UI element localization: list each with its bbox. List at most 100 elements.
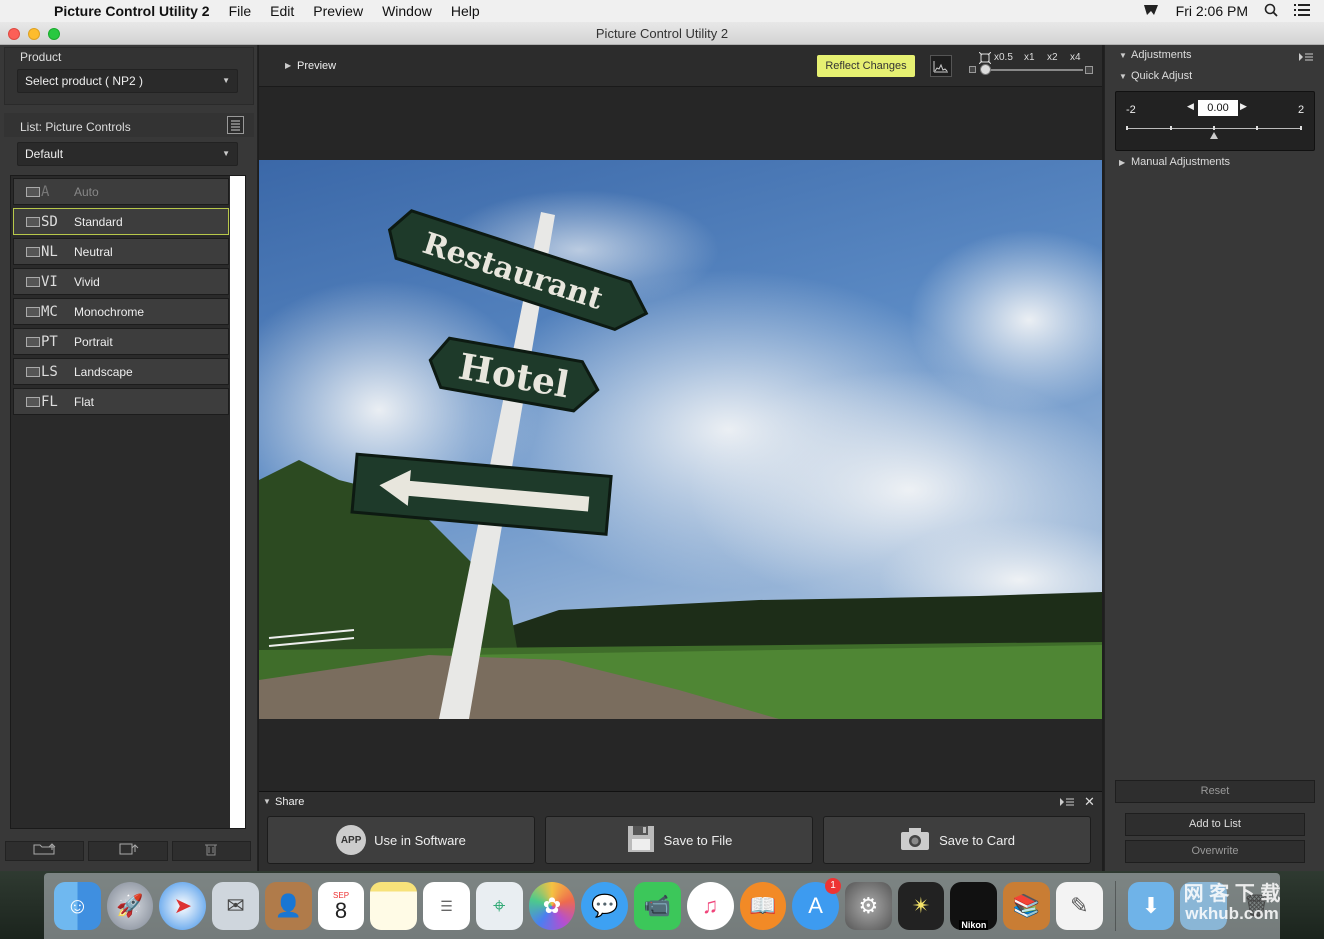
list-item-neutral[interactable]: NL Neutral [13,238,229,265]
notes-icon[interactable] [370,882,418,930]
zoom-in-icon[interactable] [1085,66,1093,74]
use-in-software-button[interactable]: APP Use in Software [267,816,535,864]
reminders-icon[interactable]: ☰ [423,882,470,930]
app-store-icon[interactable]: A 1 [792,878,842,930]
list-item-landscape[interactable]: LS Landscape [13,358,229,385]
list-scrollbar[interactable] [230,176,245,828]
picture-control-icon: PT [26,334,74,350]
zoom-control: x0.5 x1 x2 x4 [969,51,1094,81]
panel-options-icon[interactable] [1299,50,1313,68]
reset-button[interactable]: Reset [1115,780,1315,803]
notification-badge: 1 [825,878,842,894]
export-button[interactable] [88,841,168,861]
panel-options-icon[interactable] [1060,795,1074,813]
spotlight-search-icon[interactable] [1264,3,1278,20]
maps-icon[interactable]: ⌖ [475,882,523,930]
list-item-monochrome[interactable]: MC Monochrome [13,298,229,325]
menubar-clock[interactable]: Fri 2:06 PM [1176,3,1248,19]
system-preferences-icon[interactable]: ⚙ [845,882,892,930]
menu-app-name[interactable]: Picture Control Utility 2 [54,3,210,19]
photos-icon[interactable]: ✿ [528,882,576,930]
save-to-card-label: Save to Card [939,832,1015,848]
quick-adjust-value[interactable]: 0.00 [1198,100,1238,116]
disclosure-triangle-icon[interactable]: ▼ [1119,72,1127,81]
textedit-icon[interactable]: ✎ [1055,882,1103,930]
minimize-window-button[interactable] [28,28,40,40]
list-item-flat[interactable]: FL Flat [13,388,229,415]
disclosure-triangle-icon[interactable]: ▶ [1119,158,1125,167]
list-item-auto[interactable]: A Auto [13,178,229,205]
save-to-file-label: Save to File [663,832,733,848]
list-item-label: Auto [74,184,99,199]
picture-control-icon: NL [26,244,74,260]
histogram-icon[interactable] [930,55,952,77]
ibooks-icon[interactable]: 📖 [739,882,787,930]
nikon-app-icon[interactable]: Nikon [950,882,998,930]
save-to-card-button[interactable]: Save to Card [823,816,1091,864]
import-folder-button[interactable] [5,841,85,861]
list-item-vivid[interactable]: VI Vivid [13,268,229,295]
preview-label: Preview [297,60,337,72]
itunes-icon[interactable]: ♫ [686,882,734,930]
quick-adjust-min: -2 [1126,104,1136,116]
picture-control-icon: MC [26,304,74,320]
finder-icon[interactable]: ☺ [54,882,101,930]
zoom-label-x05[interactable]: x0.5 [994,52,1013,63]
preview-toolbar: ▶ Preview Reflect Changes x0.5 x1 x2 x4 [259,45,1102,87]
close-window-button[interactable] [8,28,20,40]
menu-help[interactable]: Help [451,3,480,19]
zoom-out-icon[interactable] [969,66,976,73]
disclosure-triangle-icon[interactable]: ▶ [285,61,291,70]
safari-icon[interactable]: ➤ [159,882,207,930]
calendar-day: 8 [334,897,348,923]
picture-control-icon: A [26,184,74,200]
save-to-file-button[interactable]: Save to File [545,816,813,864]
list-select[interactable]: Default ▼ [17,142,238,166]
menu-preview[interactable]: Preview [313,3,363,19]
trash-icon[interactable] [171,841,251,861]
facetime-icon[interactable]: 📹 [634,882,681,930]
increase-arrow-icon[interactable]: ▶ [1240,101,1247,112]
menu-window[interactable]: Window [382,3,432,19]
list-item-standard[interactable]: SD Standard [13,208,229,235]
airplay-icon[interactable] [1142,3,1160,20]
chevron-down-icon: ▼ [222,149,230,158]
watermark-url: wkhub.com [1185,904,1279,923]
decrease-arrow-icon[interactable]: ◀ [1187,101,1194,112]
notification-center-icon[interactable] [1294,3,1310,19]
disclosure-triangle-icon[interactable]: ▼ [1119,51,1127,60]
add-to-list-button[interactable]: Add to List [1125,813,1305,836]
slider-tick [1213,126,1215,130]
quick-adjust-slider-thumb[interactable] [1210,132,1218,139]
capture-nx-icon[interactable]: ✴ [897,882,945,930]
manual-adjustments-label[interactable]: Manual Adjustments [1131,156,1230,168]
archive-utility-icon[interactable]: 📚 [1003,882,1050,930]
close-icon[interactable]: ✕ [1084,794,1095,810]
floppy-disk-icon [626,824,656,857]
quick-adjust-control: -2 2 ◀ 0.00 ▶ [1115,91,1315,151]
messages-icon[interactable]: 💬 [581,882,629,930]
picture-control-list: A Auto SD Standard NL Neutral VI Vivid M… [10,175,246,829]
calendar-icon[interactable]: SEP 8 [317,882,365,930]
list-item-label: Landscape [74,364,133,379]
contacts-icon[interactable]: 👤 [264,882,312,930]
product-select[interactable]: Select product ( NP2 ) ▼ [17,69,238,93]
zoom-label-x2[interactable]: x2 [1047,52,1058,63]
watermark: 网 客 下 载 wkhub.com [1166,884,1298,924]
list-view-icon[interactable] [227,116,244,134]
disclosure-triangle-icon[interactable]: ▼ [263,797,271,806]
window-titlebar: Picture Control Utility 2 [0,22,1324,45]
overwrite-button[interactable]: Overwrite [1125,840,1305,863]
quick-adjust-max: 2 [1298,104,1305,116]
reflect-changes-button[interactable]: Reflect Changes [817,55,915,77]
zoom-label-x1[interactable]: x1 [1024,52,1035,63]
zoom-window-button[interactable] [48,28,60,40]
mail-icon[interactable]: ✉ [212,882,259,930]
launchpad-icon[interactable]: 🚀 [106,882,154,930]
menu-file[interactable]: File [229,3,252,19]
zoom-slider-thumb[interactable] [980,64,991,75]
menu-edit[interactable]: Edit [270,3,294,19]
zoom-slider-track[interactable] [981,69,1083,71]
list-item-portrait[interactable]: PT Portrait [13,328,229,355]
zoom-label-x4[interactable]: x4 [1070,52,1081,63]
